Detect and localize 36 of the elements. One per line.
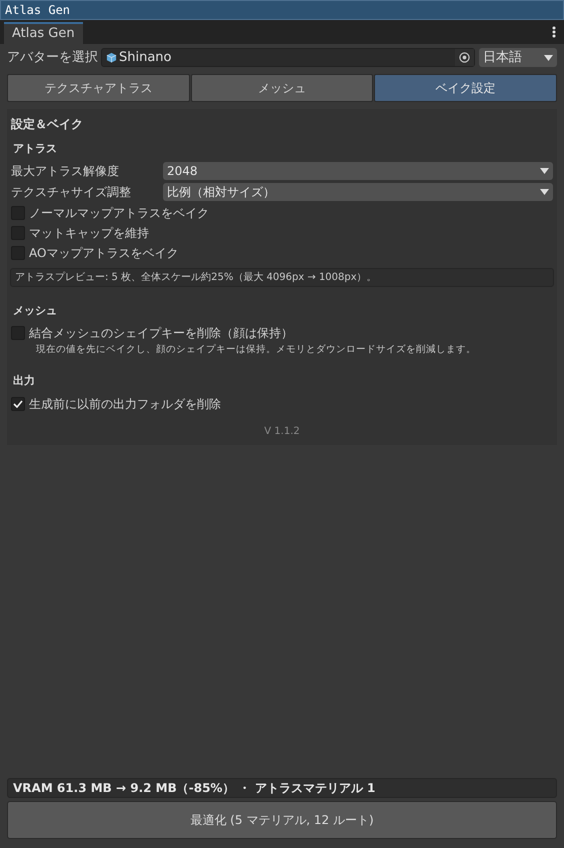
checkbox-label: 生成前に以前の出力フォルダを削除 bbox=[29, 396, 221, 413]
group-heading: 出力 bbox=[12, 373, 36, 390]
language-dropdown[interactable]: 日本語 bbox=[479, 48, 557, 67]
dropdown[interactable]: 比例（相対サイズ） bbox=[163, 183, 553, 201]
info-box: アトラスプレビュー: 5 枚、全体スケール約25%（最大 4096px → 1008px）。 bbox=[10, 268, 554, 286]
checkbox-label: AOマップアトラスをベイク bbox=[29, 244, 178, 262]
checkbox-label: 結合メッシュのシェイプキーを削除（顔は保持） bbox=[29, 325, 293, 342]
optimize-button[interactable]: 最適化 (5 マテリアル, 12 ルート) bbox=[7, 801, 557, 839]
tab[interactable]: テクスチャアトラス bbox=[7, 74, 190, 102]
section-title: 設定＆ベイク bbox=[10, 116, 84, 133]
summary-bar: VRAM 61.3 MB → 9.2 MB（-85%） ・ アトラスマテリアル 1 bbox=[7, 778, 557, 798]
help-text: 現在の値を先にベイクし、顔のシェイプキーは保持。メモリとダウンロードサイズを削減します。 bbox=[35, 343, 477, 357]
cube-icon bbox=[106, 52, 117, 63]
avatar-field[interactable]: Shinano bbox=[101, 48, 475, 67]
dropdown-arrow-icon bbox=[540, 189, 549, 195]
dropdown-arrow-icon bbox=[540, 168, 549, 174]
group-heading: メッシュ bbox=[12, 302, 58, 318]
group-heading: アトラス bbox=[12, 141, 58, 157]
panel-tab[interactable]: Atlas Gen bbox=[4, 22, 83, 44]
window-title: Atlas Gen bbox=[5, 2, 70, 19]
dropdown[interactable]: 2048 bbox=[163, 162, 553, 180]
dropdown-arrow-icon bbox=[544, 54, 553, 60]
more-icon[interactable] bbox=[552, 26, 556, 38]
avatar-value: Shinano bbox=[119, 48, 173, 67]
field-label: 最大アトラス解像度 bbox=[11, 163, 120, 180]
checkbox-label: マットキャップを維持 bbox=[29, 224, 149, 242]
avatar-label: アバターを選択 bbox=[7, 48, 97, 67]
version-label: V 1.1.2 bbox=[263, 424, 301, 439]
tab[interactable]: メッシュ bbox=[190, 74, 374, 102]
tab[interactable]: ベイク設定 bbox=[374, 74, 558, 102]
field-label: テクスチャサイズ調整 bbox=[11, 184, 132, 201]
target-icon bbox=[459, 52, 470, 63]
checkbox-label: ノーマルマップアトラスをベイク bbox=[29, 204, 209, 222]
checkbox[interactable] bbox=[11, 396, 25, 411]
checkmark-icon bbox=[13, 400, 23, 408]
object-picker-button[interactable] bbox=[455, 49, 474, 66]
